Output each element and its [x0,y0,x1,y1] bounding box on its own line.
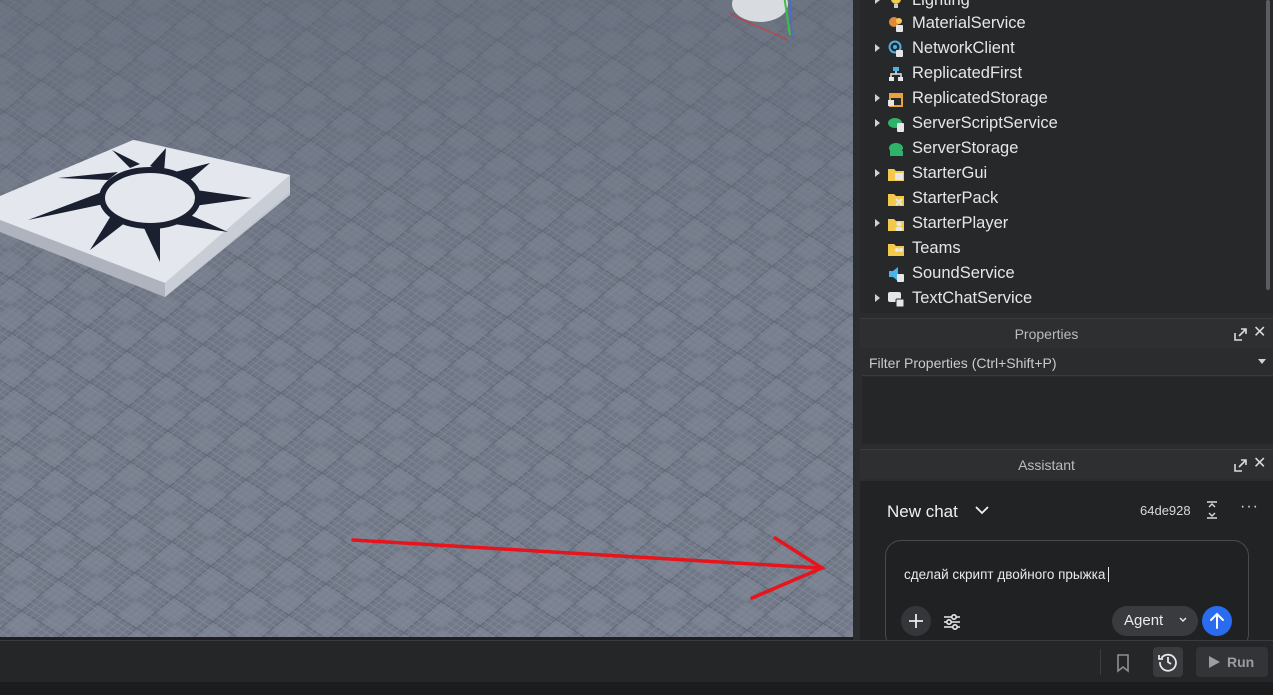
tree-item-label: SoundService [912,264,1015,282]
tree-item-server-storage[interactable]: ServerStorage [860,136,1260,161]
tree-item-label: StarterGui [912,164,988,182]
tree-item-server-script-service[interactable]: ServerScriptService [860,111,1260,136]
tree-item-label: ServerScriptService [912,114,1058,132]
assistant-header: Assistant ✕ [860,449,1273,479]
tree-item-starter-gui[interactable]: StarterGui [860,161,1260,186]
undock-icon[interactable] [1234,459,1247,472]
add-attachment-button[interactable] [901,606,931,636]
teams-icon [888,244,904,256]
tree-item-label: Lighting [912,0,970,9]
text-chat-service-icon [888,292,905,308]
expand-arrow-icon[interactable] [875,119,880,127]
expand-arrow-icon[interactable] [875,44,880,52]
bottom-toolbar: Run [0,640,1273,682]
expand-arrow-icon[interactable] [875,94,880,102]
expand-arrow-icon[interactable] [875,294,880,302]
tree-item-label: ReplicatedFirst [912,64,1023,82]
properties-title: Properties [1014,326,1079,342]
tree-item-label: MaterialService [912,14,1026,32]
run-button[interactable]: Run [1196,647,1268,677]
expand-collapse-icon[interactable] [1205,501,1219,519]
chevron-down-icon [1179,617,1187,622]
tree-item-label: StarterPack [912,189,999,207]
properties-body [862,377,1273,444]
server-script-service-icon [888,118,904,132]
chevron-down-icon[interactable] [974,503,990,517]
chat-input[interactable]: сделай скрипт двойного прыжка [904,567,1110,582]
replicated-first-icon [889,67,903,81]
explorer-scrollbar[interactable] [1266,0,1270,290]
tree-item-teams[interactable]: Teams [860,236,1260,261]
chat-title-dropdown[interactable]: New chat [887,502,958,522]
explorer-panel[interactable]: Lighting MaterialService NetworkClient R… [860,0,1273,313]
tree-item-text-chat-service[interactable]: TextChatService [860,286,1260,311]
history-icon [1158,653,1177,672]
starter-gui-icon [888,169,904,181]
material-service-icon [889,17,903,32]
history-button[interactable] [1153,647,1183,677]
close-icon[interactable]: ✕ [1253,456,1266,472]
right-dock: Lighting MaterialService NetworkClient R… [853,0,1273,650]
chat-composer[interactable]: сделай скрипт двойного прыжка Agent [885,540,1249,650]
tree-item-label: ReplicatedStorage [912,89,1048,107]
tree-item-starter-player[interactable]: StarterPlayer [860,211,1260,236]
starter-player-icon [888,219,904,231]
status-bar [0,682,1273,695]
filter-placeholder: Filter Properties (Ctrl+Shift+P) [869,355,1057,371]
undock-icon[interactable] [1234,328,1247,341]
tree-item-label: NetworkClient [912,39,1015,57]
more-options-icon[interactable]: ··· [1240,498,1259,516]
tree-item-replicated-first[interactable]: ReplicatedFirst [860,61,1260,86]
tree-item-starter-pack[interactable]: StarterPack [860,186,1260,211]
sound-service-icon [889,267,904,282]
mode-select-button[interactable]: Agent [1112,606,1198,636]
network-client-icon [888,40,903,57]
tree-item-replicated-storage[interactable]: ReplicatedStorage [860,86,1260,111]
assistant-panel: New chat 64de928 ··· сделай скрипт двойн… [860,481,1273,650]
tree-item-material-service[interactable]: MaterialService [860,11,1260,36]
commit-id: 64de928 [1140,503,1191,518]
tree-item-network-client[interactable]: NetworkClient [860,36,1260,61]
chat-input-text: сделай скрипт двойного прыжка [904,567,1106,582]
lighting-icon [891,0,901,8]
plus-icon [909,614,923,628]
tree-item-sound-service[interactable]: SoundService [860,261,1260,286]
tree-item-label: TextChatService [912,289,1033,307]
play-icon [1209,656,1220,668]
tree-item-label: StarterPlayer [912,214,1009,232]
properties-header: Properties ✕ [860,318,1273,348]
expand-arrow-icon[interactable] [875,169,880,177]
tree-item-label: Teams [912,239,961,257]
toolbar-divider [1100,649,1101,675]
server-storage-icon [889,143,903,156]
bookmark-icon[interactable] [1112,652,1134,674]
send-button[interactable] [1202,606,1232,636]
close-icon[interactable]: ✕ [1253,325,1266,341]
text-caret [1108,567,1110,582]
3d-viewport[interactable] [0,0,853,637]
dropdown-arrow-icon[interactable] [1258,359,1266,364]
mode-label: Agent [1124,612,1164,629]
tree-item-label: ServerStorage [912,139,1019,157]
assistant-title: Assistant [1018,457,1075,473]
settings-sliders-icon[interactable] [941,611,963,633]
starter-pack-icon [888,194,904,206]
arrow-up-icon [1210,612,1224,629]
replicated-storage-icon [888,93,903,107]
baseplate-scene [0,0,853,637]
expand-arrow-icon[interactable] [875,219,880,227]
properties-filter-input[interactable]: Filter Properties (Ctrl+Shift+P) [862,349,1273,376]
run-label: Run [1227,654,1255,670]
expand-arrow-icon[interactable] [875,0,880,4]
